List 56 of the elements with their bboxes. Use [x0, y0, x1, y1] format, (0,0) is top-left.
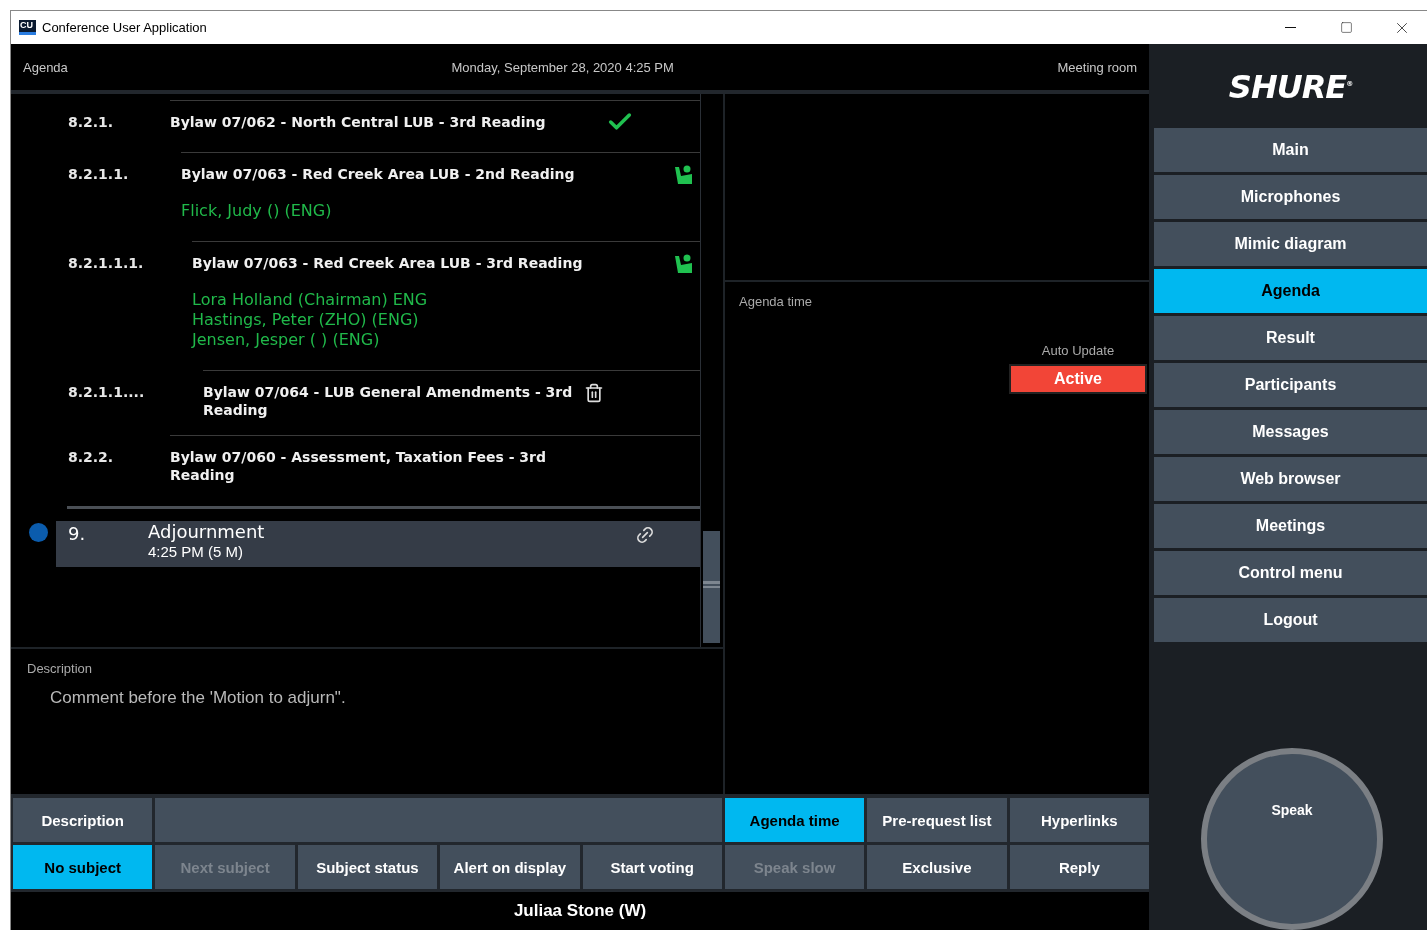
agenda-title: Bylaw 07/064 - LUB General Amendments - 3rd Reading: [203, 383, 573, 419]
panel-tab[interactable]: Description: [13, 798, 153, 842]
agenda-title: Bylaw 07/063 - Red Creek Area LUB - 2nd Reading: [181, 165, 575, 183]
shure-logo: SHURE$^{®}$: [1228, 68, 1353, 108]
window-title: Conference User Application: [42, 20, 208, 35]
date-time: Monday, September 28, 2020 4:25 PM: [451, 59, 674, 75]
agenda-title: Bylaw 07/060 - Assessment, Taxation Fees - 3rd Reading: [170, 448, 547, 484]
current-item-dot: [29, 523, 48, 542]
trash-icon: [584, 383, 604, 403]
agenda-number: 8.2.1.1.1.: [67, 254, 145, 273]
action-button[interactable]: Alert on display: [440, 845, 580, 889]
speaker-raised-hand-icon: [674, 165, 694, 185]
maximize-icon: [1339, 21, 1353, 34]
nav-item[interactable]: Participants: [1154, 363, 1427, 407]
minimize-icon: [1284, 26, 1296, 29]
action-button[interactable]: Subject status: [297, 845, 438, 889]
nav-item[interactable]: Meetings: [1154, 504, 1427, 548]
room-label: Meeting room: [1057, 59, 1137, 75]
panel-tab[interactable]: Pre-request list: [867, 798, 1007, 842]
agenda-time-label: Agenda time: [739, 294, 813, 309]
section-title: Agenda: [23, 59, 68, 75]
agenda-title: Bylaw 07/063 - Red Creek Area LUB - 3rd Reading: [192, 254, 583, 272]
user-name: Juliaa Stone (W): [512, 900, 648, 922]
panel-tab[interactable]: Agenda time: [724, 798, 865, 842]
auto-update-button[interactable]: Active: [1009, 364, 1147, 394]
agenda-title: Bylaw 07/062 - North Central LUB - 3rd Reading: [170, 113, 546, 131]
description-label: Description: [27, 661, 94, 676]
nav-item[interactable]: Control menu: [1154, 551, 1427, 595]
panel-tab[interactable]: Hyperlinks: [1009, 798, 1149, 842]
nav-item[interactable]: Microphones: [1154, 175, 1427, 219]
nav-item[interactable]: Agenda: [1154, 269, 1427, 313]
app-icon: CU: [19, 20, 36, 35]
speaker-raised-hand-icon: [674, 254, 694, 274]
nav-item[interactable]: Main: [1154, 128, 1427, 172]
nav-item[interactable]: Messages: [1154, 410, 1427, 454]
action-button[interactable]: Start voting: [582, 845, 722, 889]
agenda-number: 8.2.2.: [67, 448, 115, 467]
action-button[interactable]: Reply: [1009, 845, 1149, 889]
agenda-number: 8.2.1.1....: [67, 383, 146, 402]
speaker-name: Hastings, Peter (ZHO) (ENG): [192, 310, 420, 330]
speak-button[interactable]: Speak: [1201, 748, 1383, 930]
nav-item[interactable]: Web browser: [1154, 457, 1427, 501]
auto-update-label: Auto Update: [1041, 343, 1115, 358]
speaker-name: Jensen, Jesper ( ) (ENG): [192, 330, 381, 350]
agenda-number: 8.2.1.1.: [67, 165, 130, 184]
action-button[interactable]: No subject: [13, 845, 153, 889]
speaker-name: Flick, Judy () (ENG): [181, 201, 333, 221]
description-text: Comment before the 'Motion to adjurn".: [50, 688, 347, 708]
nav-item[interactable]: Logout: [1154, 598, 1427, 642]
nav-item[interactable]: Result: [1154, 316, 1427, 360]
scrollbar[interactable]: [700, 94, 721, 647]
nav-item[interactable]: Mimic diagram: [1154, 222, 1427, 266]
speaker-name: Lora Holland (Chairman) ENG: [192, 290, 429, 310]
highlighted-agenda-row[interactable]: 9. Adjournment 4:25 PM (5 M): [56, 521, 700, 567]
action-button[interactable]: Exclusive: [867, 845, 1007, 889]
agenda-number: 8.2.1.: [67, 113, 115, 132]
